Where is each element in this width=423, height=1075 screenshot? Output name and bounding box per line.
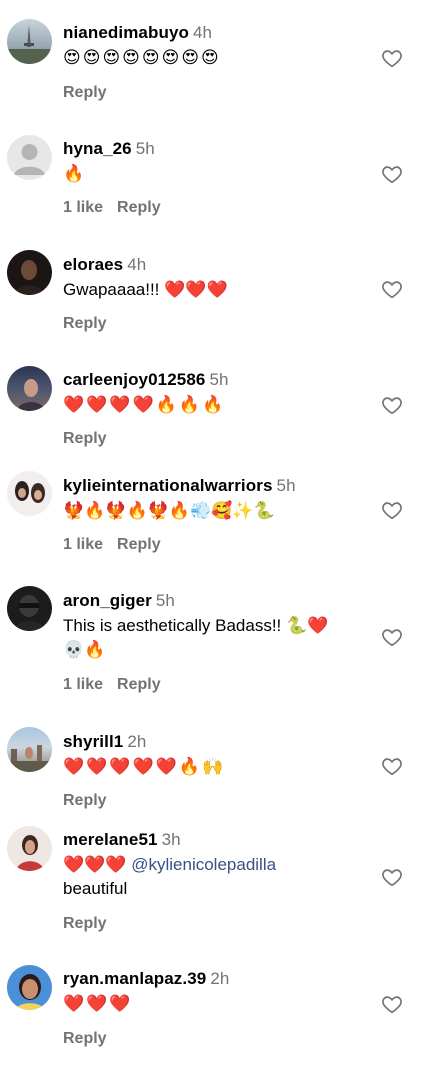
comment-actions: Reply	[63, 792, 121, 810]
default-avatar-icon	[14, 144, 45, 175]
reply-button[interactable]: Reply	[63, 915, 107, 932]
heart-outline-icon[interactable]	[381, 499, 403, 521]
timestamp: 2h	[127, 732, 147, 751]
timestamp: 4h	[127, 255, 147, 274]
username[interactable]: eloraes 4h	[63, 255, 146, 275]
username-text[interactable]: shyrill1	[63, 732, 123, 751]
username-text[interactable]: ryan.manlapaz.39	[63, 969, 206, 988]
timestamp: 3h	[161, 830, 181, 849]
username[interactable]: ryan.manlapaz.39 2h	[63, 969, 229, 989]
heart-outline-icon[interactable]	[381, 755, 403, 777]
comment-text: Gwapaaaa!!! ❤️❤️❤️	[63, 280, 228, 299]
heart-outline-icon[interactable]	[381, 993, 403, 1015]
avatar[interactable]	[7, 586, 52, 631]
avatar[interactable]	[7, 727, 52, 772]
comment-text: ❤️❤️❤️	[63, 994, 133, 1014]
comment-actions: Reply	[63, 315, 121, 333]
comment-actions: Reply	[63, 915, 121, 933]
username[interactable]: shyrill1 2h	[63, 732, 146, 752]
username-text[interactable]: aron_giger	[63, 591, 152, 610]
likes-count[interactable]: 1 like	[63, 536, 103, 553]
heart-outline-icon[interactable]	[381, 47, 403, 69]
comment-actions: Reply	[63, 1030, 121, 1048]
avatar[interactable]	[7, 135, 52, 180]
reply-button[interactable]: Reply	[63, 1030, 107, 1047]
username[interactable]: nianedimabuyo 4h	[63, 23, 212, 43]
heart-outline-icon[interactable]	[381, 626, 403, 648]
reply-button[interactable]: Reply	[63, 792, 107, 809]
reply-button[interactable]: Reply	[63, 315, 107, 332]
avatar[interactable]	[7, 826, 52, 871]
username[interactable]: hyna_26 5h	[63, 139, 155, 159]
heart-outline-icon[interactable]	[381, 394, 403, 416]
reply-button[interactable]: Reply	[117, 536, 161, 553]
username-text[interactable]: kylieinternationalwarriors	[63, 476, 273, 495]
timestamp: 4h	[193, 23, 213, 42]
username-text[interactable]: hyna_26	[63, 139, 132, 158]
heart-outline-icon[interactable]	[381, 278, 403, 300]
reply-button[interactable]: Reply	[117, 676, 161, 693]
comment-text-emoji: ❤️❤️❤️	[63, 855, 132, 874]
heart-outline-icon[interactable]	[381, 866, 403, 888]
comment-actions: Reply	[63, 84, 121, 102]
reply-button[interactable]: Reply	[117, 199, 161, 216]
avatar[interactable]	[7, 19, 52, 64]
username[interactable]: aron_giger 5h	[63, 591, 175, 611]
heart-outline-icon[interactable]	[381, 163, 403, 185]
reply-button[interactable]: Reply	[63, 84, 107, 101]
timestamp: 5h	[276, 476, 296, 495]
username-text[interactable]: merelane51	[63, 830, 158, 849]
comment-actions: Reply	[63, 430, 121, 448]
comment-text: ❤️❤️❤️❤️🔥🔥🔥	[63, 395, 226, 415]
comment-text: 😍😍😍😍😍😍😍😍	[63, 48, 221, 68]
avatar[interactable]	[7, 965, 52, 1010]
reply-button[interactable]: Reply	[63, 430, 107, 447]
timestamp: 5h	[135, 139, 155, 158]
comment-text: 🔥	[63, 164, 87, 184]
timestamp: 5h	[209, 370, 229, 389]
username-text[interactable]: carleenjoy012586	[63, 370, 205, 389]
avatar[interactable]	[7, 471, 52, 516]
avatar[interactable]	[7, 366, 52, 411]
comment-text: This is aesthetically Badass!! 🐍❤️ 💀🔥	[63, 616, 329, 659]
avatar[interactable]	[7, 250, 52, 295]
comment-actions: 1 like Reply	[63, 676, 175, 694]
username[interactable]: kylieinternationalwarriors 5h	[63, 476, 296, 496]
comment-actions: 1 like Reply	[63, 536, 175, 554]
mention-link[interactable]: @kylienicolepadilla	[131, 855, 276, 874]
comment-text-word: beautiful	[63, 879, 128, 898]
comment-text: ❤️❤️❤️ @kylienicolepadilla beautiful	[63, 853, 363, 901]
username[interactable]: carleenjoy012586 5h	[63, 370, 229, 390]
likes-count[interactable]: 1 like	[63, 199, 103, 216]
comment-text: ❤️❤️❤️❤️❤️🔥🙌	[63, 757, 226, 777]
username-text[interactable]: eloraes	[63, 255, 123, 274]
likes-count[interactable]: 1 like	[63, 676, 103, 693]
timestamp: 2h	[210, 969, 230, 988]
comment-text: 🐦‍🔥🔥🐦‍🔥🔥🐦‍🔥🔥💨🥰✨🐍	[63, 501, 275, 521]
timestamp: 5h	[155, 591, 175, 610]
comment-actions: 1 like Reply	[63, 199, 175, 217]
username-text[interactable]: nianedimabuyo	[63, 23, 189, 42]
username[interactable]: merelane51 3h	[63, 830, 181, 850]
